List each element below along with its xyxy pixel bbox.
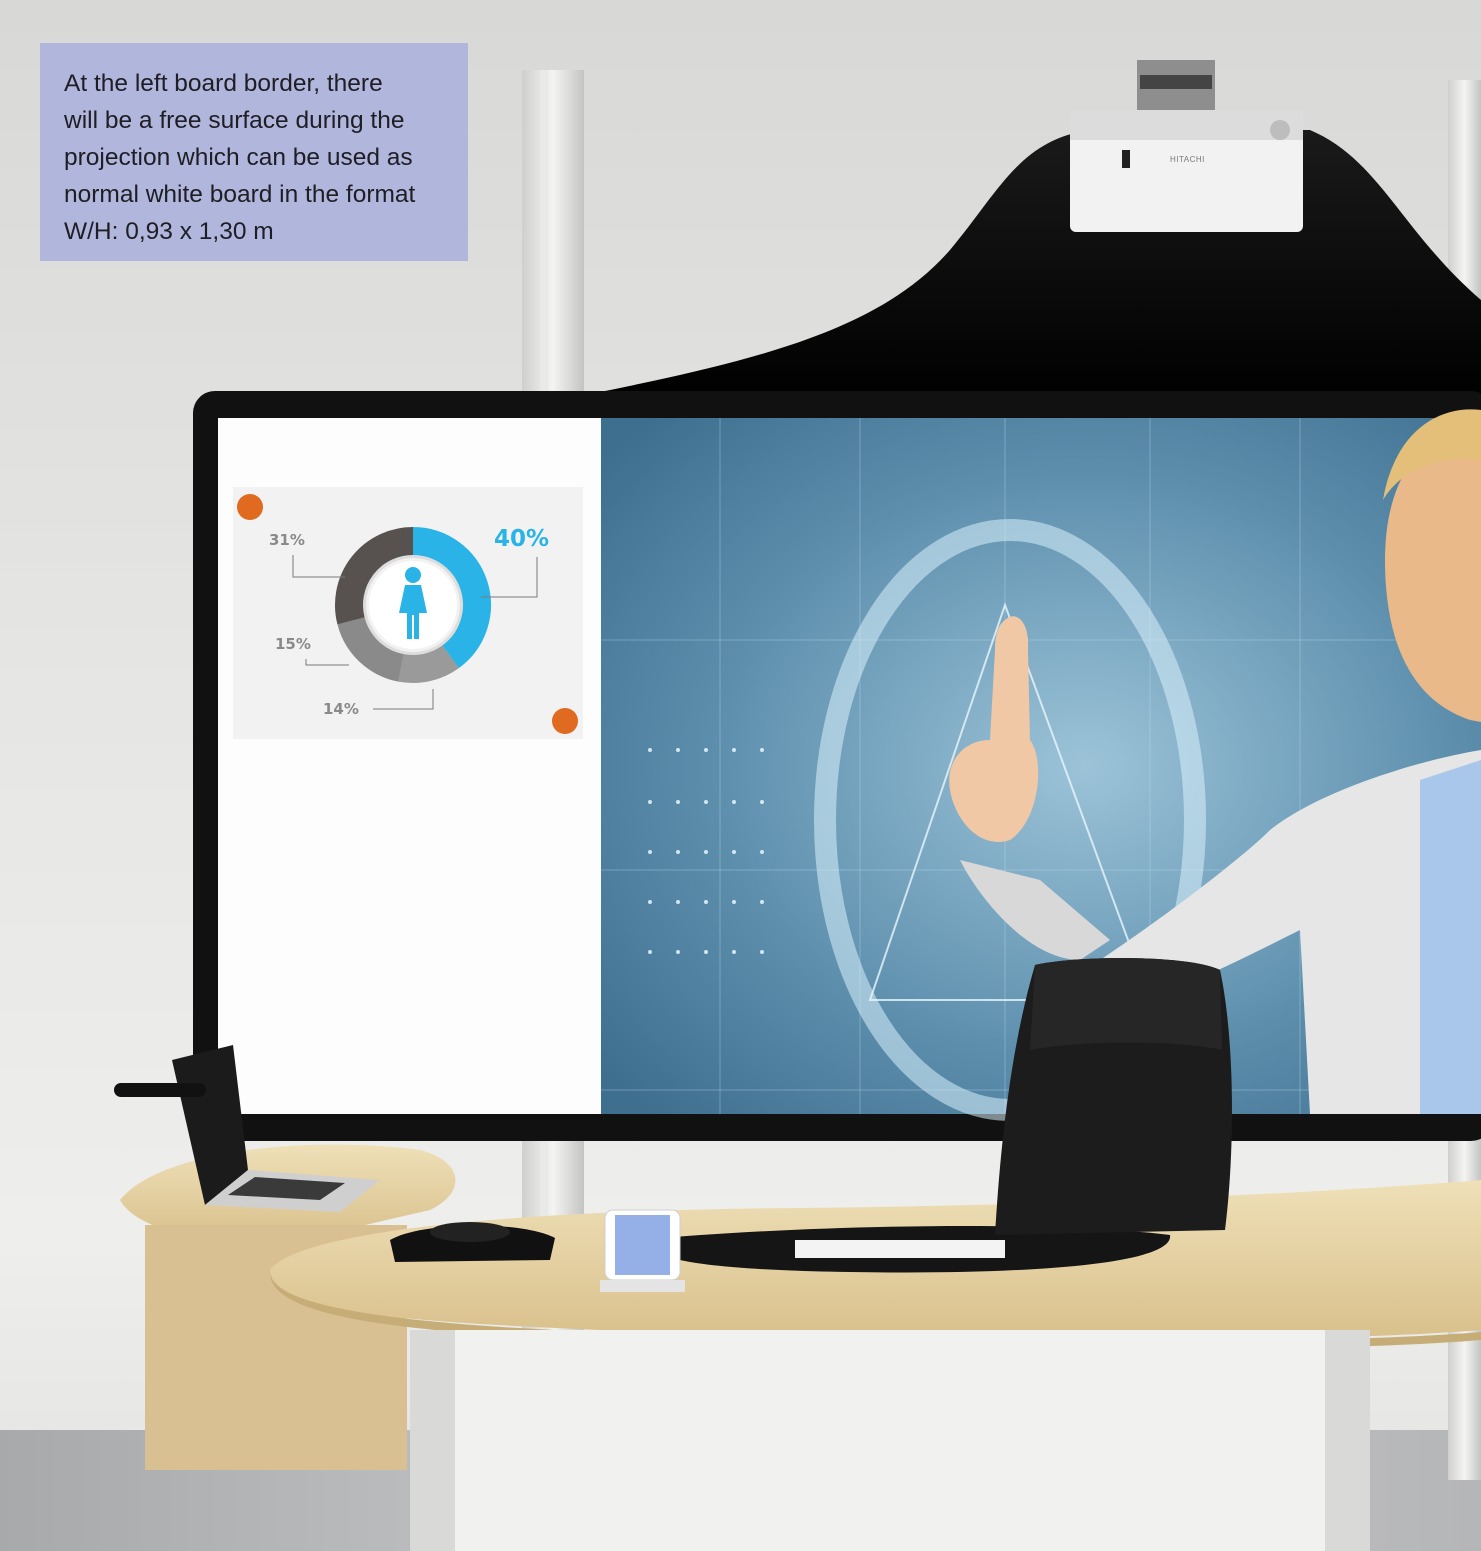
desk-base — [410, 1330, 1370, 1551]
label-14: 14% — [323, 700, 359, 718]
projector: HITACHI — [1070, 60, 1303, 232]
callout-text: At the left board border, there will be … — [64, 70, 416, 245]
label-roll — [600, 1209, 685, 1292]
info-callout: At the left board border, there will be … — [40, 43, 468, 261]
label-40: 40% — [494, 526, 549, 552]
label-15: 15% — [275, 635, 311, 653]
donut-infographic: 31% 40% 15% 14% — [233, 487, 583, 739]
label-31: 31% — [269, 531, 305, 549]
orange-marker-top — [237, 494, 263, 520]
orange-marker-bottom — [552, 708, 578, 734]
segment-14 — [398, 645, 459, 684]
projection-mount — [585, 130, 1481, 398]
projector-brand: HITACHI — [1170, 155, 1205, 164]
pen-tray — [114, 1083, 206, 1097]
paper-sheet — [795, 1240, 1005, 1258]
